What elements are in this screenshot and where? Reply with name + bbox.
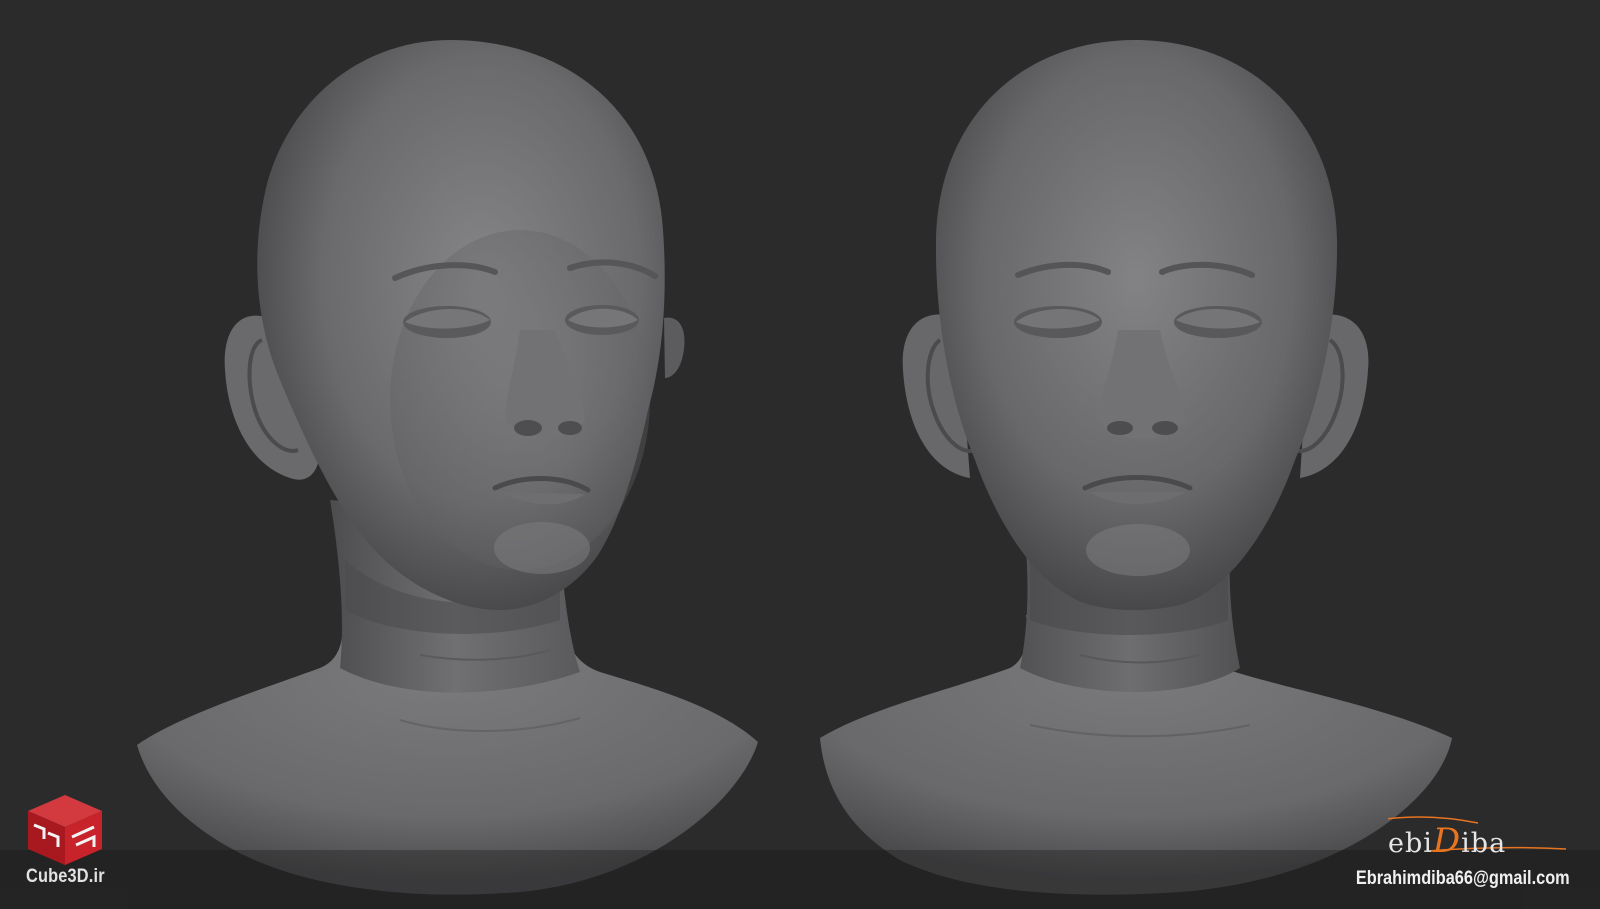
artist-signature: ebiDiba [1388,815,1568,865]
left-bust-render [137,40,1452,895]
signature-text: ebiDiba [1388,821,1507,861]
cube3d-logo-icon [28,795,102,865]
render-canvas: Cube3D.ir ebiDiba Ebrahimdiba66@gmail.co… [0,0,1600,909]
cube3d-watermark-text: Cube3D.ir [26,866,105,887]
signature-accent-letter: D [1432,821,1462,861]
artist-email: Ebrahimdiba66@gmail.com [1356,868,1570,889]
